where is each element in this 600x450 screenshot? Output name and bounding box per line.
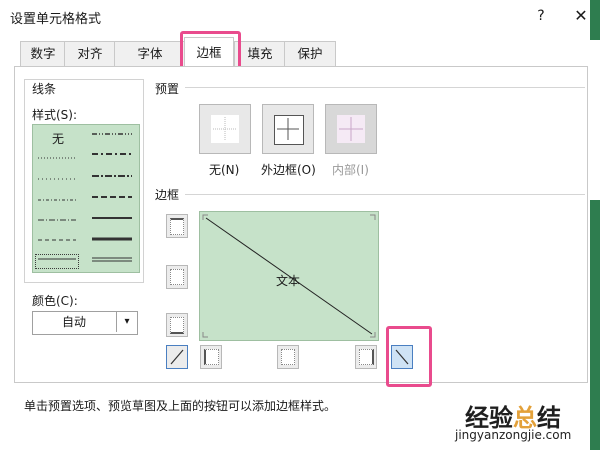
- color-dropdown-value: 自动: [61, 315, 86, 329]
- border-left-button[interactable]: [200, 345, 222, 369]
- line-style-samples[interactable]: [32, 124, 138, 271]
- line-style-selected[interactable]: [35, 254, 79, 269]
- preset-none-icon: [211, 115, 239, 143]
- border-divider: [185, 194, 585, 195]
- border-bottom-icon: [170, 317, 184, 334]
- border-top-button[interactable]: [166, 214, 188, 238]
- border-inside-horizontal-icon: [170, 269, 184, 285]
- border-title: 边框: [155, 188, 180, 202]
- preset-outline-label: 外边框(O): [261, 163, 316, 177]
- border-diagonal-up-button[interactable]: [166, 345, 188, 369]
- border-right-icon: [359, 349, 374, 365]
- background-strip-bottom: [590, 200, 600, 450]
- chevron-down-icon[interactable]: ▾: [116, 312, 137, 332]
- color-label: 颜色(C):: [32, 294, 78, 308]
- border-inside-vertical-button[interactable]: [277, 345, 299, 369]
- preview-text: 文本: [276, 274, 301, 288]
- border-bottom-button[interactable]: [166, 313, 188, 337]
- border-top-icon: [170, 218, 184, 235]
- watermark-url: jingyanzongjie.com: [455, 428, 572, 442]
- close-button[interactable]: ✕: [570, 5, 592, 27]
- preset-outline-button[interactable]: [262, 104, 314, 154]
- tab-protection[interactable]: 保护: [284, 41, 336, 66]
- presets-title: 预置: [155, 82, 180, 96]
- presets-divider: [185, 87, 585, 88]
- diagonal-highlight-box: [386, 326, 432, 387]
- border-inside-vertical-icon: [281, 349, 295, 365]
- preset-inside-icon: [337, 115, 365, 143]
- border-right-button[interactable]: [355, 345, 377, 369]
- tab-fill[interactable]: 填充: [234, 41, 286, 66]
- hint-text: 单击预置选项、预览草图及上面的按钮可以添加边框样式。: [24, 399, 337, 413]
- tab-font[interactable]: 字体: [114, 41, 186, 66]
- preset-inside-label: 内部(I): [332, 163, 369, 177]
- border-inside-horizontal-button[interactable]: [166, 265, 188, 289]
- diagonal-up-icon: [170, 349, 184, 365]
- style-label: 样式(S):: [32, 108, 78, 122]
- preset-inside-button[interactable]: [325, 104, 377, 154]
- preset-none-label: 无(N): [209, 163, 240, 177]
- preset-outline-icon: [274, 115, 304, 145]
- preset-none-button[interactable]: [199, 104, 251, 154]
- help-button[interactable]: ?: [530, 5, 552, 27]
- line-group-title: 线条: [32, 82, 57, 96]
- dialog-title: 设置单元格格式: [10, 12, 102, 27]
- border-left-icon: [204, 349, 219, 365]
- tab-alignment[interactable]: 对齐: [64, 41, 116, 66]
- tab-number[interactable]: 数字: [20, 41, 66, 66]
